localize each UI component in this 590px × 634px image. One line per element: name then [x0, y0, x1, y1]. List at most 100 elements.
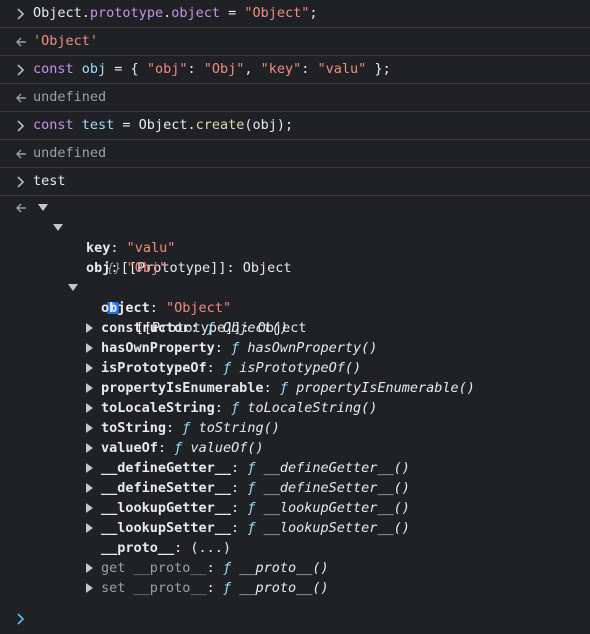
- code-token: .: [163, 5, 172, 21]
- code-token: "Obj": [203, 61, 245, 77]
- console-prompt[interactable]: [14, 610, 28, 628]
- expand-triangle-icon[interactable]: [85, 578, 95, 598]
- expand-triangle-icon[interactable]: [85, 558, 95, 578]
- expand-triangle-icon[interactable]: [85, 398, 95, 418]
- expand-triangle-icon[interactable]: [85, 498, 95, 518]
- property-name: toString: [101, 420, 167, 436]
- function-signature: hasOwnProperty(): [247, 340, 378, 356]
- expand-triangle-icon[interactable]: [85, 318, 95, 338]
- expand-triangle-icon[interactable]: [68, 278, 78, 298]
- expand-triangle-icon[interactable]: [85, 418, 95, 438]
- property-name: obj: [86, 260, 111, 276]
- function-signature: __lookupGetter__(): [263, 500, 410, 516]
- prototype-property-row[interactable]: get __proto__: ƒ __proto__(): [0, 558, 590, 578]
- prototype-property-row[interactable]: __lookupSetter__: ƒ __lookupSetter__(): [0, 518, 590, 538]
- property-row[interactable]: obj: "Obj": [0, 258, 590, 278]
- code-token: = {: [106, 61, 147, 77]
- property-name: isPrototypeOf: [101, 360, 207, 376]
- prototype-property-row[interactable]: isPrototypeOf: ƒ isPrototypeOf(): [0, 358, 590, 378]
- property-name: __proto__: [101, 540, 175, 556]
- function-signature: __proto__(): [239, 560, 329, 576]
- output-value: 'Object': [33, 33, 99, 49]
- property-name: set __proto__: [101, 580, 207, 596]
- function-signature: toString(): [198, 420, 280, 436]
- prototype-property-row[interactable]: toString: ƒ toString(): [0, 418, 590, 438]
- property-name: object: [101, 300, 150, 316]
- prototype-property-row[interactable]: __proto__: (...): [0, 538, 590, 558]
- prototype-row[interactable]: [[Prototype]]: Object: [0, 218, 590, 276]
- expand-triangle-icon[interactable]: [85, 438, 95, 458]
- prototype-property-row[interactable]: valueOf: ƒ valueOf(): [0, 438, 590, 458]
- console-input-row[interactable]: test: [0, 168, 590, 196]
- object-summary-row[interactable]: {} i: [0, 198, 590, 314]
- expand-triangle-icon[interactable]: [38, 198, 48, 218]
- console-output-row[interactable]: 'Object': [0, 28, 590, 56]
- code-token: :: [301, 61, 318, 77]
- input-chevron-icon: [14, 168, 28, 195]
- function-icon: ƒ: [174, 440, 183, 456]
- output-arrow-icon: [14, 140, 28, 167]
- expand-triangle-icon[interactable]: [85, 458, 95, 478]
- input-chevron-icon: [14, 56, 28, 83]
- prototype-property-row[interactable]: __defineGetter__: ƒ __defineGetter__(): [0, 458, 590, 478]
- prototype-property-row[interactable]: __defineSetter__: ƒ __defineSetter__(): [0, 478, 590, 498]
- output-arrow-icon: [14, 84, 28, 111]
- code-token: prototype: [89, 5, 164, 21]
- function-icon: ƒ: [182, 420, 191, 436]
- function-signature: toLocaleString(): [247, 400, 378, 416]
- prototype-property-row[interactable]: toLocaleString: ƒ toLocaleString(): [0, 398, 590, 418]
- prototype-property-row[interactable]: __lookupGetter__: ƒ __lookupGetter__(): [0, 498, 590, 518]
- code-token: (obj);: [244, 117, 294, 133]
- code-token: ,: [244, 61, 261, 77]
- code-token: const: [33, 61, 74, 77]
- expand-triangle-icon[interactable]: [85, 338, 95, 358]
- function-icon: ƒ: [222, 580, 232, 596]
- console-output-row[interactable]: undefined: [0, 84, 590, 112]
- function-icon: ƒ: [279, 380, 288, 396]
- function-signature: valueOf(): [190, 440, 264, 456]
- expand-triangle-icon[interactable]: [85, 518, 95, 538]
- property-name: __defineSetter__: [101, 480, 232, 496]
- expand-triangle-icon[interactable]: [85, 478, 95, 498]
- code-token: test: [81, 117, 115, 133]
- property-value[interactable]: (...): [190, 540, 231, 556]
- prototype-property-row[interactable]: propertyIsEnumerable: ƒ propertyIsEnumer…: [0, 378, 590, 398]
- prototype-property-row[interactable]: constructor: ƒ Object(): [0, 318, 590, 338]
- expand-triangle-icon[interactable]: [85, 358, 95, 378]
- property-row[interactable]: key: "valu": [0, 238, 590, 258]
- expand-triangle-icon[interactable]: [53, 218, 63, 238]
- function-signature: __proto__(): [239, 580, 329, 596]
- code-token: Object: [33, 5, 82, 21]
- console-input-row[interactable]: const test = Object.create(obj);: [0, 112, 590, 140]
- property-name: hasOwnProperty: [101, 340, 215, 356]
- property-value: "Obj": [126, 260, 168, 276]
- input-chevron-icon: [14, 0, 28, 27]
- property-name: __lookupSetter__: [101, 520, 232, 536]
- function-signature: isPrototypeOf(): [239, 360, 362, 376]
- console-entries: Object.prototype.object = "Object"; 'Obje…: [0, 0, 590, 196]
- code-token: "key": [260, 61, 302, 77]
- inner-prototype-row[interactable]: [[Prototype]]: Object: [0, 278, 590, 336]
- function-icon: ƒ: [247, 520, 256, 536]
- console-input-row[interactable]: const obj = { "obj": "Obj", "key": "valu…: [0, 56, 590, 84]
- property-name: __lookupGetter__: [101, 500, 232, 516]
- code-token: .: [81, 5, 90, 21]
- output-arrow-icon: [14, 198, 28, 218]
- expand-triangle-icon[interactable]: [85, 378, 95, 398]
- prototype-property-row[interactable]: set __proto__: ƒ __proto__(): [0, 578, 590, 598]
- function-icon: ƒ: [247, 500, 256, 516]
- console-input-row[interactable]: Object.prototype.object = "Object";: [0, 0, 590, 28]
- devtools-console: Object.prototype.object = "Object"; 'Obje…: [0, 0, 590, 634]
- prototype-property-row[interactable]: object: "Object": [0, 298, 590, 318]
- property-value: "Object": [166, 300, 232, 316]
- property-name: propertyIsEnumerable: [101, 380, 264, 396]
- property-name: valueOf: [101, 440, 158, 456]
- object-inspector: {} i [[Prototype]]: Object key: "valu" ob…: [0, 196, 590, 598]
- code-token: const: [33, 117, 74, 133]
- code-token: = Object.: [114, 117, 196, 133]
- prototype-property-row[interactable]: hasOwnProperty: ƒ hasOwnProperty(): [0, 338, 590, 358]
- property-name: __defineGetter__: [101, 460, 232, 476]
- console-output-row[interactable]: undefined: [0, 140, 590, 168]
